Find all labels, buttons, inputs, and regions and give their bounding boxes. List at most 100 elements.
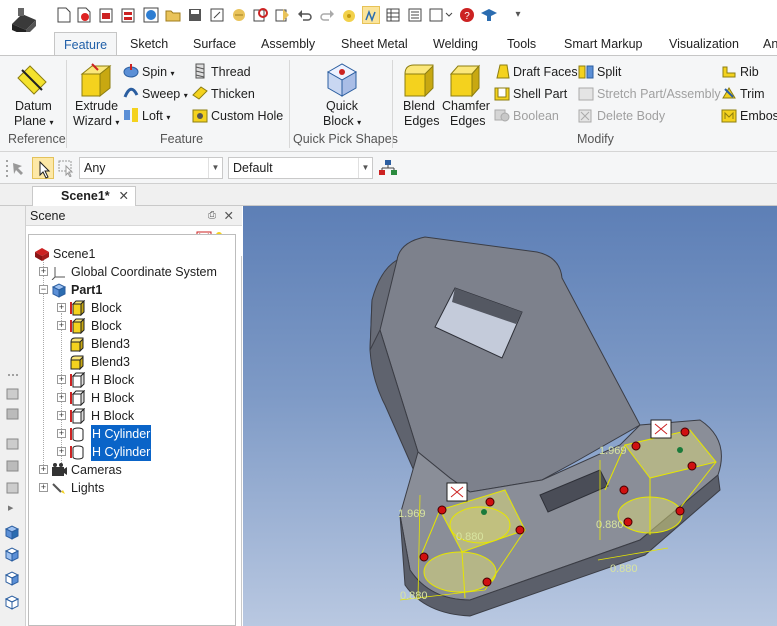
iso-view-4-icon[interactable] xyxy=(4,594,21,610)
dimension-label-4[interactable]: 0.880 xyxy=(610,563,638,575)
new-template-icon[interactable] xyxy=(75,6,93,24)
style-select[interactable]: Default ▼ xyxy=(228,157,373,179)
dimension-label-3[interactable]: 0.880 xyxy=(400,590,428,602)
spin-button[interactable]: Spin ▾ xyxy=(142,65,175,81)
dimension-label-6[interactable]: 0.880 xyxy=(456,531,484,543)
expand-icon[interactable]: + xyxy=(39,465,48,474)
shell-part-button[interactable]: Shell Part xyxy=(513,87,567,102)
expand-icon[interactable]: + xyxy=(57,321,66,330)
view-left-icon[interactable] xyxy=(4,480,21,496)
new-icon[interactable] xyxy=(55,6,73,24)
draft-faces-button[interactable]: Draft Faces xyxy=(513,65,578,80)
print-icon[interactable] xyxy=(119,6,137,24)
chevron-down-icon: ▼ xyxy=(208,158,222,178)
ironcad-window: ? ▾ Feature Sketch Surface Assembly Shee… xyxy=(0,0,777,626)
dimension-label-1[interactable]: 1.969 xyxy=(398,508,426,520)
view-dropdown-icon[interactable] xyxy=(428,6,454,24)
box-select-icon[interactable] xyxy=(57,159,75,177)
tab-an[interactable]: An xyxy=(763,32,777,56)
trim-button[interactable]: Trim xyxy=(740,87,765,102)
part-model[interactable] xyxy=(243,206,777,626)
save-icon[interactable] xyxy=(186,6,204,24)
zoom-icon[interactable] xyxy=(252,6,270,24)
hcylinder-icon xyxy=(70,427,84,442)
ribbon-tabs: Feature Sketch Surface Assembly Sheet Me… xyxy=(0,32,777,56)
quick-block-button[interactable]: Quick xyxy=(326,99,358,114)
publish-icon[interactable] xyxy=(230,6,248,24)
selection-tool-icon[interactable] xyxy=(11,159,29,177)
view-front-icon[interactable] xyxy=(4,386,21,402)
tab-feature[interactable]: Feature xyxy=(54,32,118,56)
catalog-icon[interactable] xyxy=(362,6,380,24)
list-icon[interactable] xyxy=(406,6,424,24)
tree-label: Block xyxy=(91,319,122,333)
tab-assembly[interactable]: Assembly xyxy=(261,32,315,56)
expand-icon[interactable]: + xyxy=(57,375,66,384)
pin-icon[interactable]: ⎙ xyxy=(208,206,216,226)
undo-icon[interactable] xyxy=(296,6,314,24)
expand-icon[interactable]: + xyxy=(39,483,48,492)
thicken-button[interactable]: Thicken xyxy=(211,87,255,102)
graduate-icon[interactable] xyxy=(480,6,498,24)
expand-icon[interactable]: + xyxy=(57,447,66,456)
tree-label: H Cylinder xyxy=(91,443,152,461)
delete-body-button[interactable]: Delete Body xyxy=(597,109,665,124)
tree-label: Block xyxy=(91,301,122,315)
dimension-label-2[interactable]: 1.969 xyxy=(599,445,627,457)
tab-smart-markup[interactable]: Smart Markup xyxy=(564,32,643,56)
view-top-icon[interactable] xyxy=(4,436,21,452)
help-icon[interactable]: ? xyxy=(458,6,476,24)
datum-plane-button[interactable]: Datum xyxy=(15,99,52,114)
select-arrow-button[interactable] xyxy=(32,157,54,179)
close-icon[interactable]: ✕ xyxy=(119,187,129,205)
expand-icon[interactable]: + xyxy=(39,267,48,276)
iso-view-2-icon[interactable] xyxy=(4,546,21,562)
blend-edges-button[interactable]: Blend xyxy=(403,99,435,114)
open-red-icon[interactable] xyxy=(97,6,115,24)
3d-viewport[interactable]: 1.969 1.969 0.880 0.880 0.880 0.880 xyxy=(243,206,777,626)
table-icon[interactable] xyxy=(384,6,402,24)
collapse-icon[interactable]: − xyxy=(39,285,48,294)
expand-icon[interactable]: + xyxy=(57,429,66,438)
expand-icon[interactable]: + xyxy=(57,393,66,402)
tab-visualization[interactable]: Visualization xyxy=(669,32,739,56)
split-button[interactable]: Split xyxy=(597,65,621,80)
blend-icon xyxy=(70,337,84,352)
tab-welding[interactable]: Welding xyxy=(433,32,478,56)
part-icon xyxy=(51,283,67,298)
tab-tools[interactable]: Tools xyxy=(507,32,536,56)
view-bottom-icon[interactable] xyxy=(4,458,21,474)
iso-view-3-icon[interactable] xyxy=(4,570,21,586)
group-reference: Reference xyxy=(8,132,66,146)
close-icon[interactable]: ✕ xyxy=(224,206,234,226)
extrude-wizard-button[interactable]: Extrude xyxy=(75,99,118,114)
iso-view-icon[interactable] xyxy=(4,524,21,540)
expand-icon[interactable]: + xyxy=(57,411,66,420)
stretch-part-assembly-button[interactable]: Stretch Part/Assembly xyxy=(597,87,721,102)
hierarchy-icon[interactable] xyxy=(378,158,398,178)
view-back-icon[interactable] xyxy=(4,406,21,422)
dimension-label-5[interactable]: 0.880 xyxy=(596,519,624,531)
customize-icon[interactable]: ▾ xyxy=(509,6,527,24)
redo-icon[interactable] xyxy=(318,6,336,24)
tab-surface[interactable]: Surface xyxy=(193,32,236,56)
open-folder-icon[interactable] xyxy=(164,6,182,24)
selection-filter-select[interactable]: Any ▼ xyxy=(79,157,223,179)
rib-button[interactable]: Rib xyxy=(740,65,759,80)
chamfer-edges-button[interactable]: Chamfer xyxy=(442,99,490,114)
import-icon[interactable] xyxy=(274,6,292,24)
save-as-icon[interactable] xyxy=(208,6,226,24)
globe-icon[interactable] xyxy=(142,6,160,24)
sweep-button[interactable]: Sweep ▾ xyxy=(142,87,188,103)
tab-sheet-metal[interactable]: Sheet Metal xyxy=(341,32,408,56)
expand-icon[interactable]: + xyxy=(57,303,66,312)
thread-button[interactable]: Thread xyxy=(211,65,251,80)
boolean-button[interactable]: Boolean xyxy=(513,109,559,124)
tab-sketch[interactable]: Sketch xyxy=(130,32,168,56)
emboss-button[interactable]: Embos xyxy=(740,109,777,124)
doc-tab-scene1[interactable]: Scene1* ✕ xyxy=(32,186,136,206)
collapse-arrow-icon[interactable]: ▶ xyxy=(8,504,13,512)
smart-icon[interactable] xyxy=(340,6,358,24)
loft-button[interactable]: Loft ▾ xyxy=(142,109,170,125)
custom-hole-button[interactable]: Custom Hole xyxy=(211,109,283,124)
